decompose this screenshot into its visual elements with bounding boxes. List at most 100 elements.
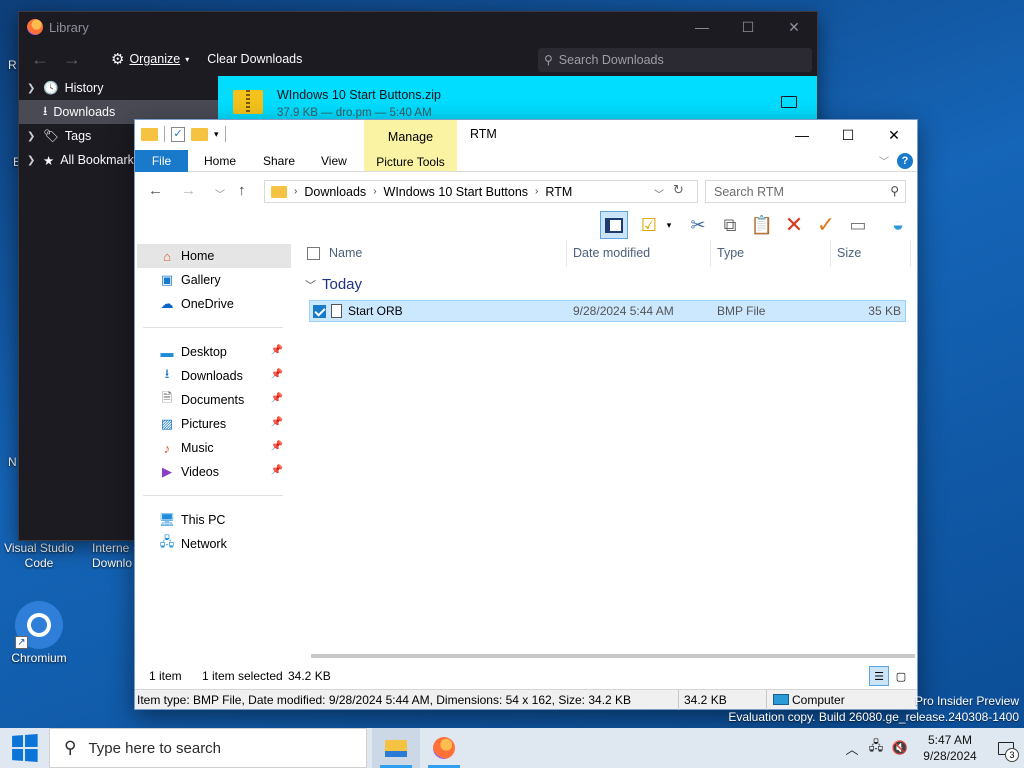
delete-icon[interactable]: ✕ (780, 211, 808, 239)
paste-icon[interactable]: 📋 (748, 211, 776, 239)
clock[interactable]: 5:47 AM 9/28/2024 (912, 732, 988, 764)
nav-item-this-pc[interactable]: 🖥 This PC (137, 508, 291, 532)
desktop-fragment: N (8, 455, 17, 469)
organize-button[interactable]: ⚙ Organize ▾ (105, 46, 195, 72)
breadcrumb-item[interactable]: RTM (545, 185, 572, 199)
nav-item-pictures[interactable]: ▨ Pictures 📌 (137, 412, 291, 436)
tab-file[interactable]: File (135, 150, 188, 172)
clear-downloads-button[interactable]: Clear Downloads (201, 48, 308, 70)
nav-item-gallery[interactable]: ▣ Gallery (137, 268, 291, 292)
breadcrumb-item[interactable]: WIndows 10 Start Buttons (384, 185, 529, 199)
expand-arrow-icon[interactable]: ❯ (27, 83, 37, 94)
toolbar-icons: ☑ ▾ ✂ ⧉ 📋 ✕ ✓ ▭ ◒ (135, 208, 917, 240)
pin-icon[interactable]: 📌 (271, 393, 283, 404)
minimize-button[interactable]: — (679, 12, 725, 42)
select-all-checkbox[interactable] (307, 246, 320, 260)
maximize-button[interactable]: ☐ (725, 12, 771, 42)
breadcrumb-item[interactable]: Downloads (304, 185, 366, 199)
back-arrow-icon[interactable]: ← (27, 49, 53, 70)
forward-arrow-icon[interactable]: → (59, 49, 85, 70)
confirm-icon[interactable]: ✓ (812, 211, 840, 239)
details-view-icon[interactable]: ☰ (869, 666, 889, 686)
expand-arrow-icon[interactable]: ❯ (27, 155, 37, 166)
column-header-date[interactable]: Date modified (567, 240, 711, 266)
forward-arrow-icon[interactable]: → (181, 182, 196, 199)
tab-view[interactable]: View (321, 150, 347, 172)
column-header-type[interactable]: Type (711, 240, 831, 266)
select-icon[interactable]: ☑ (635, 211, 663, 239)
chevron-right-icon[interactable]: › (294, 186, 297, 197)
maximize-button[interactable]: ☐ (825, 120, 871, 150)
pin-icon[interactable]: 📌 (271, 345, 283, 356)
back-arrow-icon[interactable]: ← (148, 182, 163, 199)
computer-icon: 🖥 (158, 512, 176, 527)
chevron-down-icon[interactable]: ﹀ (305, 277, 316, 293)
volume-muted-icon[interactable]: 🔇 (888, 740, 912, 756)
column-header-name[interactable]: Name (301, 240, 567, 266)
downloads-search-input[interactable]: ⚲ Search Downloads (538, 48, 812, 72)
desktop-icon-internet-download[interactable]: Interne Downlo (76, 541, 136, 571)
nav-item-home[interactable]: ⌂ Home (137, 244, 291, 268)
chevron-up-icon[interactable]: ︿ (840, 739, 864, 758)
search-input[interactable]: Search RTM ⚲ (705, 180, 906, 203)
close-button[interactable]: ✕ (871, 120, 917, 150)
column-header-size[interactable]: Size (831, 240, 911, 266)
selected-size: 34.2 KB (288, 669, 331, 683)
pin-icon[interactable]: 📌 (271, 465, 283, 476)
nav-item-desktop[interactable]: ▬ Desktop 📌 (137, 340, 291, 364)
nav-item-onedrive[interactable]: ☁ OneDrive (137, 292, 291, 316)
up-arrow-icon[interactable]: ↑ (238, 182, 246, 199)
pin-icon[interactable]: 📌 (271, 441, 283, 452)
group-header-today[interactable]: ﹀ Today (305, 276, 362, 293)
help-icon[interactable]: ? (897, 153, 913, 169)
firefox-icon (27, 19, 43, 35)
properties-icon[interactable]: ✓ (171, 126, 185, 142)
expand-arrow-icon[interactable]: ❯ (27, 131, 37, 142)
chevron-right-icon[interactable]: › (535, 186, 538, 197)
large-icons-view-icon[interactable]: ▢ (891, 666, 911, 686)
expand-ribbon-icon[interactable]: ﹀ (879, 153, 889, 168)
library-titlebar[interactable]: Library — ☐ ✕ (19, 12, 817, 42)
table-row[interactable]: Start ORB 9/28/2024 5:44 AM BMP File 35 … (309, 300, 906, 322)
nav-item-downloads[interactable]: ⭳ Downloads 📌 (137, 364, 291, 388)
shell-icon[interactable]: ◒ (884, 211, 912, 239)
taskbar-search-input[interactable]: ⚲ Type here to search (49, 728, 367, 768)
taskbar-firefox[interactable] (420, 728, 468, 768)
item-count: 1 item (149, 669, 182, 683)
tab-share[interactable]: Share (263, 150, 295, 172)
horizontal-scrollbar[interactable] (311, 654, 915, 658)
copy-icon[interactable]: ⧉ (716, 211, 744, 239)
select-dropdown-icon[interactable]: ▾ (663, 211, 675, 239)
tab-home[interactable]: Home (204, 150, 236, 172)
sidebar-item-label: Downloads (53, 105, 116, 119)
explorer-titlebar[interactable]: ✓ ▾ Manage Picture Tools RTM — ☐ ✕ (135, 120, 917, 172)
tag-icon: 🏷 (43, 128, 59, 143)
close-button[interactable]: ✕ (771, 12, 817, 42)
desktop-icon-chromium[interactable]: ↗ Chromium (1, 601, 77, 666)
taskbar-file-explorer[interactable] (372, 728, 420, 768)
pin-icon[interactable]: 📌 (271, 417, 283, 428)
open-folder-icon[interactable] (781, 96, 797, 108)
start-button[interactable] (0, 728, 48, 768)
refresh-icon[interactable]: ↻ (673, 182, 684, 198)
recent-locations-icon[interactable]: ﹀ (215, 186, 225, 201)
action-center-button[interactable]: 3 (988, 728, 1024, 768)
nav-item-music[interactable]: ♪ Music 📌 (137, 436, 291, 460)
minimize-button[interactable]: — (779, 120, 825, 150)
preview-pane-icon[interactable] (600, 211, 628, 239)
pin-icon[interactable]: 📌 (271, 369, 283, 380)
address-bar[interactable]: › Downloads › WIndows 10 Start Buttons ›… (264, 180, 698, 203)
row-checkbox[interactable] (313, 305, 326, 318)
cut-icon[interactable]: ✂ (684, 211, 712, 239)
rename-icon[interactable]: ▭ (844, 211, 872, 239)
chevron-right-icon[interactable]: › (373, 186, 376, 197)
desktop-icon-vscode[interactable]: Visual Studio Code (1, 541, 77, 571)
nav-item-videos[interactable]: ▶ Videos 📌 (137, 460, 291, 484)
network-icon[interactable]: 🖧 (864, 737, 888, 759)
new-folder-icon[interactable] (191, 127, 208, 141)
nav-item-network[interactable]: 🖧 Network (137, 532, 291, 556)
address-dropdown-icon[interactable]: ﹀ (654, 186, 664, 201)
customize-qat-icon[interactable]: ▾ (214, 129, 219, 140)
sidebar-item-history[interactable]: ❯ 🕓 History (19, 76, 218, 100)
nav-item-documents[interactable]: 🗎 Documents 📌 (137, 388, 291, 412)
